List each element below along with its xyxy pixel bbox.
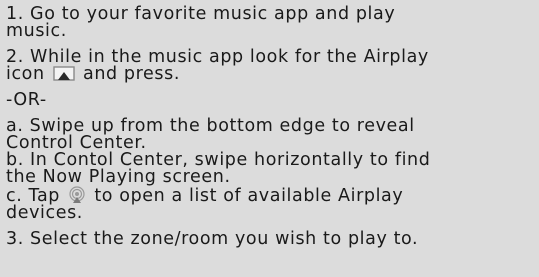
- step-b: b. In Contol Center, swipe horizontally …: [6, 151, 539, 187]
- step-c-line-2: devices.: [6, 203, 83, 223]
- step-2-icon-label: icon: [6, 64, 45, 84]
- airplay-icon: [53, 66, 75, 81]
- step-3-line-1: 3. Select the zone/room you wish to play…: [6, 229, 419, 249]
- step-2: 2. While in the music app look for the A…: [6, 48, 539, 84]
- airplay-audio-icon: [69, 186, 85, 203]
- instructions-panel: 1. Go to your favorite music app and pla…: [0, 0, 539, 277]
- step-3: 3. Select the zone/room you wish to play…: [6, 229, 539, 249]
- step-1: 1. Go to your favorite music app and pla…: [6, 4, 539, 41]
- step-2-press-text: and press.: [83, 64, 181, 84]
- step-b-line-2: the Now Playing screen.: [6, 167, 231, 187]
- step-1-line-1: 1. Go to your favorite music app and pla…: [6, 4, 396, 24]
- step-c-line-1: c. Tap to open a list of available Airpl…: [6, 186, 539, 205]
- step-c-rest-text: to open a list of available Airplay: [94, 186, 404, 206]
- step-1-line-2: music.: [6, 21, 67, 41]
- step-c: c. Tap to open a list of available Airpl…: [6, 186, 539, 222]
- or-divider: -OR-: [6, 90, 47, 110]
- step-a: a. Swipe up from the bottom edge to reve…: [6, 117, 539, 152]
- step-2-line-2: icon and press.: [6, 64, 539, 84]
